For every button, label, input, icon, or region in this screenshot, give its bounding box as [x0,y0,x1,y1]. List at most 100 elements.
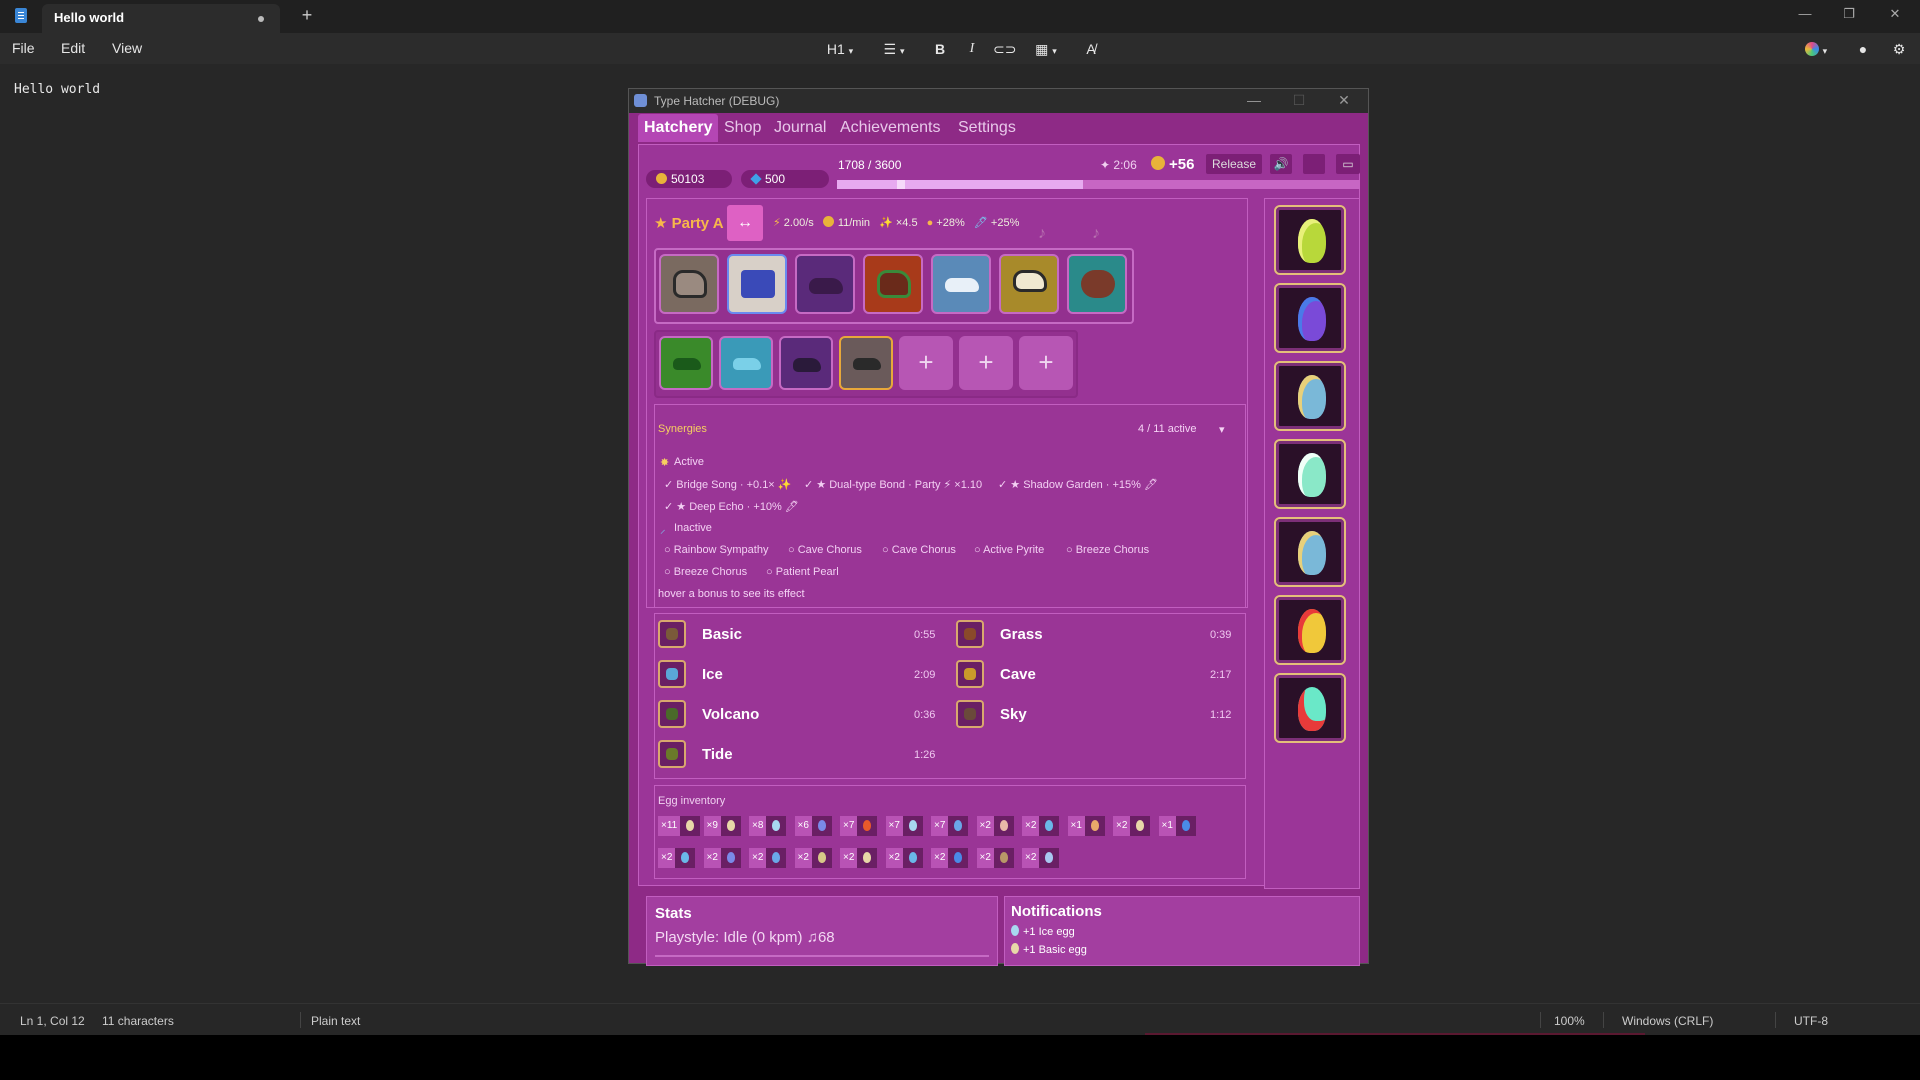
bench-slot-2[interactable] [719,336,773,390]
incubator-slot-6[interactable] [1274,595,1346,665]
minimize-icon[interactable]: — [1793,6,1817,24]
link-icon[interactable]: ⊂⊃ [993,39,1016,59]
synergy-inactive[interactable]: ○ Breeze Chorus [1066,544,1149,556]
egg-type-icon[interactable] [956,620,984,648]
chevron-down-icon[interactable]: ▾ [1219,423,1225,436]
inventory-egg-chip[interactable]: ×2 [1113,816,1151,836]
window-mode-icon[interactable]: ▭ [1336,154,1360,174]
restore-icon[interactable]: ❐ [1837,6,1861,24]
inventory-egg-chip[interactable]: ×6 [794,816,832,836]
inventory-egg-chip[interactable]: ×2 [1022,848,1060,868]
release-button[interactable]: Release [1206,154,1262,174]
heading-dropdown[interactable]: H1 ▾ [820,39,860,59]
tab-hello-world[interactable]: Hello world [42,4,280,33]
inventory-egg-chip[interactable]: ×2 [885,848,923,868]
bold-icon[interactable]: B [930,39,950,59]
inventory-egg-chip[interactable]: ×7 [931,816,969,836]
format-indicator[interactable]: Plain text [311,1014,360,1028]
bench-slot-4[interactable] [839,336,893,390]
tab-shop[interactable]: Shop [718,114,767,142]
inventory-egg-chip[interactable]: ×1 [1067,816,1105,836]
incubator-slot-2[interactable] [1274,283,1346,353]
synergy-active[interactable]: ✓ Bridge Song · +0.1× ✨ [664,478,791,491]
synergy-active[interactable]: ✓ ★ Dual-type Bond · Party ⚡ ×1.10 [804,478,982,491]
synergy-inactive[interactable]: ○ Cave Chorus [788,544,862,556]
game-titlebar[interactable]: Type Hatcher (DEBUG) — ☐ ✕ [629,89,1368,113]
document-text[interactable]: Hello world [14,82,100,97]
incubator-slot-3[interactable] [1274,361,1346,431]
tab-achievements[interactable]: Achievements [834,114,947,142]
inventory-egg-chip[interactable]: ×2 [749,848,787,868]
inventory-egg-chip[interactable]: ×7 [885,816,923,836]
bench-slot-3[interactable] [779,336,833,390]
incubator-slot-7[interactable] [1274,673,1346,743]
minimize-icon[interactable]: — [1244,92,1264,108]
inventory-egg-chip[interactable]: ×2 [794,848,832,868]
inventory-egg-chip[interactable]: ×9 [703,816,741,836]
synergy-inactive[interactable]: ○ Cave Chorus [882,544,956,556]
party-slot-7[interactable] [1067,254,1127,314]
inventory-egg-chip[interactable]: ×11 [658,816,701,836]
party-slot-6[interactable] [999,254,1059,314]
inventory-egg-chip[interactable]: ×1 [1158,816,1196,836]
party-slot-2[interactable] [727,254,787,314]
synergy-active[interactable]: ✓ ★ Deep Echo · +10% 🖊 [664,500,799,513]
maximize-icon[interactable]: ☐ [1289,92,1309,109]
party-slot-4[interactable] [863,254,923,314]
zoom-level[interactable]: 100% [1554,1014,1585,1028]
party-slot-5[interactable] [931,254,991,314]
add-slot-button[interactable]: + [959,336,1013,390]
italic-icon[interactable]: I [962,39,982,59]
list-icon[interactable]: ☰ ▾ [876,39,912,59]
settings-gear-icon[interactable]: ⚙ [1888,39,1910,59]
synergy-inactive[interactable]: ○ Rainbow Sympathy [664,544,768,556]
bench-slot-1[interactable] [659,336,713,390]
add-slot-button[interactable]: + [899,336,953,390]
sound-icon[interactable]: 🔊 [1270,154,1292,174]
incubator-slot-5[interactable] [1274,517,1346,587]
egg-type-icon[interactable] [956,660,984,688]
new-tab-button[interactable]: + [296,4,318,26]
inventory-egg-chip[interactable]: ×2 [976,848,1014,868]
incubator-slot-1[interactable] [1274,205,1346,275]
menu-file[interactable]: File [12,40,35,56]
party-swap-button[interactable]: ↔ [727,205,763,241]
menu-edit[interactable]: Edit [61,40,85,56]
synergy-inactive[interactable]: ○ Breeze Chorus [664,566,747,578]
clear-formatting-icon[interactable]: A̸ [1080,39,1102,59]
inventory-egg-chip[interactable]: ×2 [658,848,696,868]
account-icon[interactable]: ● [1852,39,1874,59]
tab-journal[interactable]: Journal [768,114,832,142]
synergy-active[interactable]: ✓ ★ Shadow Garden · +15% 🖊 [998,478,1158,491]
egg-type-icon[interactable] [658,700,686,728]
egg-type-icon[interactable] [658,660,686,688]
inventory-egg-chip[interactable]: ×2 [703,848,741,868]
encoding[interactable]: UTF-8 [1794,1014,1828,1028]
egg-type-icon[interactable] [658,620,686,648]
party-slot-3[interactable] [795,254,855,314]
inventory-egg-chip[interactable]: ×8 [749,816,787,836]
close-icon[interactable]: ✕ [1334,92,1354,109]
inventory-egg-chip[interactable]: ×2 [1022,816,1060,836]
add-slot-button[interactable]: + [1019,336,1073,390]
tab-hatchery[interactable]: Hatchery [638,114,719,142]
close-icon[interactable]: ✕ [1883,6,1907,24]
synergy-inactive[interactable]: ○ Active Pyrite [974,544,1044,556]
incubator-slot-4[interactable] [1274,439,1346,509]
inventory-egg-chip[interactable]: ×2 [840,848,878,868]
menu-view[interactable]: View [112,40,142,56]
synergy-inactive[interactable]: ○ Patient Pearl [766,566,839,578]
table-icon[interactable]: ▦ ▾ [1028,39,1064,59]
inventory-egg-chip[interactable]: ×2 [931,848,969,868]
unsaved-dot-icon[interactable] [258,16,264,22]
party-slot-1[interactable] [659,254,719,314]
inventory-egg-chip[interactable]: ×7 [840,816,878,836]
toggle-icon[interactable] [1303,154,1325,174]
line-endings[interactable]: Windows (CRLF) [1622,1014,1713,1028]
copilot-icon[interactable]: ▾ [1798,39,1834,59]
egg-count: ×6 [794,816,812,836]
egg-type-icon[interactable] [658,740,686,768]
inventory-egg-chip[interactable]: ×2 [976,816,1014,836]
egg-type-icon[interactable] [956,700,984,728]
tab-settings[interactable]: Settings [952,114,1022,142]
